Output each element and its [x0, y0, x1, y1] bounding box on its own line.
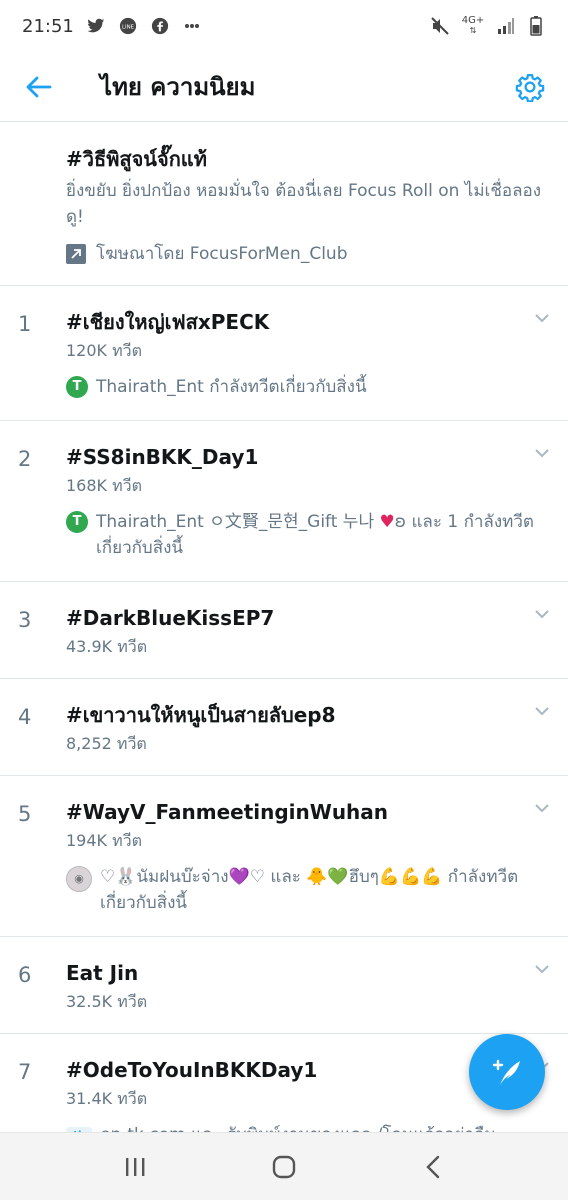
network-4g-icon: 4G+ ⇅	[461, 15, 485, 36]
facebook-icon	[150, 16, 170, 36]
chevron-down-icon[interactable]	[534, 606, 550, 622]
trends-list: #วิธีพิสูจน์จั๊กแท้ ยิ่งขยับ ยิ่งปกป้อง …	[0, 122, 568, 1132]
chevron-down-icon[interactable]	[534, 961, 550, 977]
home-button[interactable]	[254, 1142, 314, 1192]
trend-item-2[interactable]: 2 #SS8inBKK_Day1 168K ทวีต T Thairath_En…	[0, 421, 568, 582]
heart-icon: ♥	[379, 512, 395, 532]
avatar: T	[66, 511, 88, 533]
trend-tweet-count: 31.4K ทวีต	[66, 1089, 148, 1108]
trend-item-4[interactable]: 4 #เขาวานให้หนูเป็นสายลับep8 8,252 ทวีต	[0, 679, 568, 776]
trend-context: T Thairath_Ent ㅇ文賢_문현_Gift 누나 ♥ʚ และ 1 ก…	[66, 509, 544, 561]
trend-rank: 2	[18, 447, 32, 471]
trend-title: #SS8inBKK_Day1	[66, 445, 259, 469]
trend-tweet-count: 120K ทวีต	[66, 341, 143, 360]
chevron-down-icon[interactable]	[534, 445, 550, 461]
feather-plus-icon	[492, 1059, 520, 1085]
trend-tweet-count: 8,252 ทวีต	[66, 734, 147, 753]
trend-rank: 6	[18, 963, 32, 987]
trend-context-text: ♡🐰นัมฝนบ๊ะจ่าง💜♡ และ 🐥💚ฮึบๆ💪💪💪 กำลังทวีต…	[100, 867, 519, 913]
battery-icon	[526, 16, 546, 36]
chevron-down-icon[interactable]	[534, 703, 550, 719]
chevron-down-icon[interactable]	[534, 800, 550, 816]
trend-tweet-count: 43.9K ทวีต	[66, 637, 148, 656]
trend-tweet-count: 32.5K ทวีต	[66, 992, 148, 1011]
trend-context-text: Thairath_Ent ㅇ文賢_문현_Gift 누나 ♥ʚ และ 1 กำล…	[96, 509, 544, 561]
gear-icon	[515, 74, 545, 102]
page-title: ไทย ความนิยม	[100, 73, 256, 101]
trend-title: #WayV_FanmeetinginWuhan	[66, 800, 389, 824]
trend-context: T Thairath_Ent กำลังทวีตเกี่ยวกับสิ่งนี้	[66, 374, 544, 400]
recents-button[interactable]	[105, 1142, 165, 1192]
trend-context-text: en-tk.com และ รับพิมพ์งานของแจก /โอนแล้ว…	[100, 1122, 496, 1132]
more-dots-icon	[182, 16, 202, 36]
trend-item-6[interactable]: 6 Eat Jin 32.5K ทวีต	[0, 937, 568, 1034]
mute-icon	[430, 16, 450, 36]
line-icon: LINE	[118, 16, 138, 36]
arrow-left-icon	[26, 76, 52, 97]
trend-rank: 5	[18, 802, 32, 826]
promoted-arrow-icon	[66, 243, 86, 264]
signal-icon	[496, 16, 516, 36]
back-chevron-icon	[426, 1155, 440, 1178]
status-time: 21:51	[22, 15, 74, 37]
status-bar: 21:51 LINE 4G+ ⇅	[0, 0, 568, 52]
trend-item-5[interactable]: 5 #WayV_FanmeetinginWuhan 194K ทวีต ◉ ♡🐰…	[0, 776, 568, 937]
svg-text:LINE: LINE	[122, 25, 135, 31]
promoted-by-label: โฆษณาโดย FocusForMen_Club	[96, 244, 348, 264]
recents-icon	[125, 1157, 145, 1176]
trend-context-part: Thairath_Ent ㅇ文賢_문현_Gift 누나	[96, 512, 380, 532]
system-navigation-bar	[0, 1132, 568, 1200]
avatar: T	[66, 376, 88, 398]
trend-item-1[interactable]: 1 #เชียงใหญ่เฟสxPECK 120K ทวีต T Thairat…	[0, 286, 568, 421]
chevron-down-icon[interactable]	[534, 310, 550, 326]
twitter-icon	[86, 16, 106, 36]
top-app-bar: ไทย ความนิยม	[0, 52, 568, 122]
system-back-button[interactable]	[403, 1142, 463, 1192]
home-icon	[272, 1155, 296, 1178]
trend-rank: 3	[18, 608, 32, 632]
network-label: 4G+	[461, 15, 485, 26]
trend-context-text: Thairath_Ent กำลังทวีตเกี่ยวกับสิ่งนี้	[96, 377, 367, 397]
promoted-trend-description: ยิ่งขยับ ยิ่งปกป้อง หอมมั่นใจ ต้องนี่เลย…	[66, 181, 542, 227]
trend-rank: 1	[18, 312, 32, 336]
promoted-trend-title: #วิธีพิสูจน์จั๊กแท้	[66, 147, 207, 171]
trend-item-3[interactable]: 3 #DarkBlueKissEP7 43.9K ทวีต	[0, 582, 568, 679]
back-button[interactable]	[0, 52, 78, 122]
trend-context: ◉ ♡🐰นัมฝนบ๊ะจ่าง💜♡ และ 🐥💚ฮึบๆ💪💪💪 กำลังทว…	[66, 864, 544, 916]
compose-tweet-button[interactable]	[469, 1034, 545, 1110]
avatar: ◉	[66, 866, 92, 892]
trend-context: tk en-tk.com และ รับพิมพ์งานของแจก /โอนแ…	[66, 1122, 544, 1132]
trend-title: #เชียงใหญ่เฟสxPECK	[66, 310, 270, 334]
trend-tweet-count: 194K ทวีต	[66, 831, 143, 850]
settings-button[interactable]	[508, 65, 552, 109]
trend-title: Eat Jin	[66, 961, 139, 985]
trend-tweet-count: 168K ทวีต	[66, 476, 143, 495]
trend-rank: 4	[18, 705, 32, 729]
promoted-trend[interactable]: #วิธีพิสูจน์จั๊กแท้ ยิ่งขยับ ยิ่งปกป้อง …	[0, 122, 568, 286]
trend-title: #เขาวานให้หนูเป็นสายลับep8	[66, 703, 336, 727]
trend-rank: 7	[18, 1060, 32, 1084]
trend-title: #DarkBlueKissEP7	[66, 606, 275, 630]
